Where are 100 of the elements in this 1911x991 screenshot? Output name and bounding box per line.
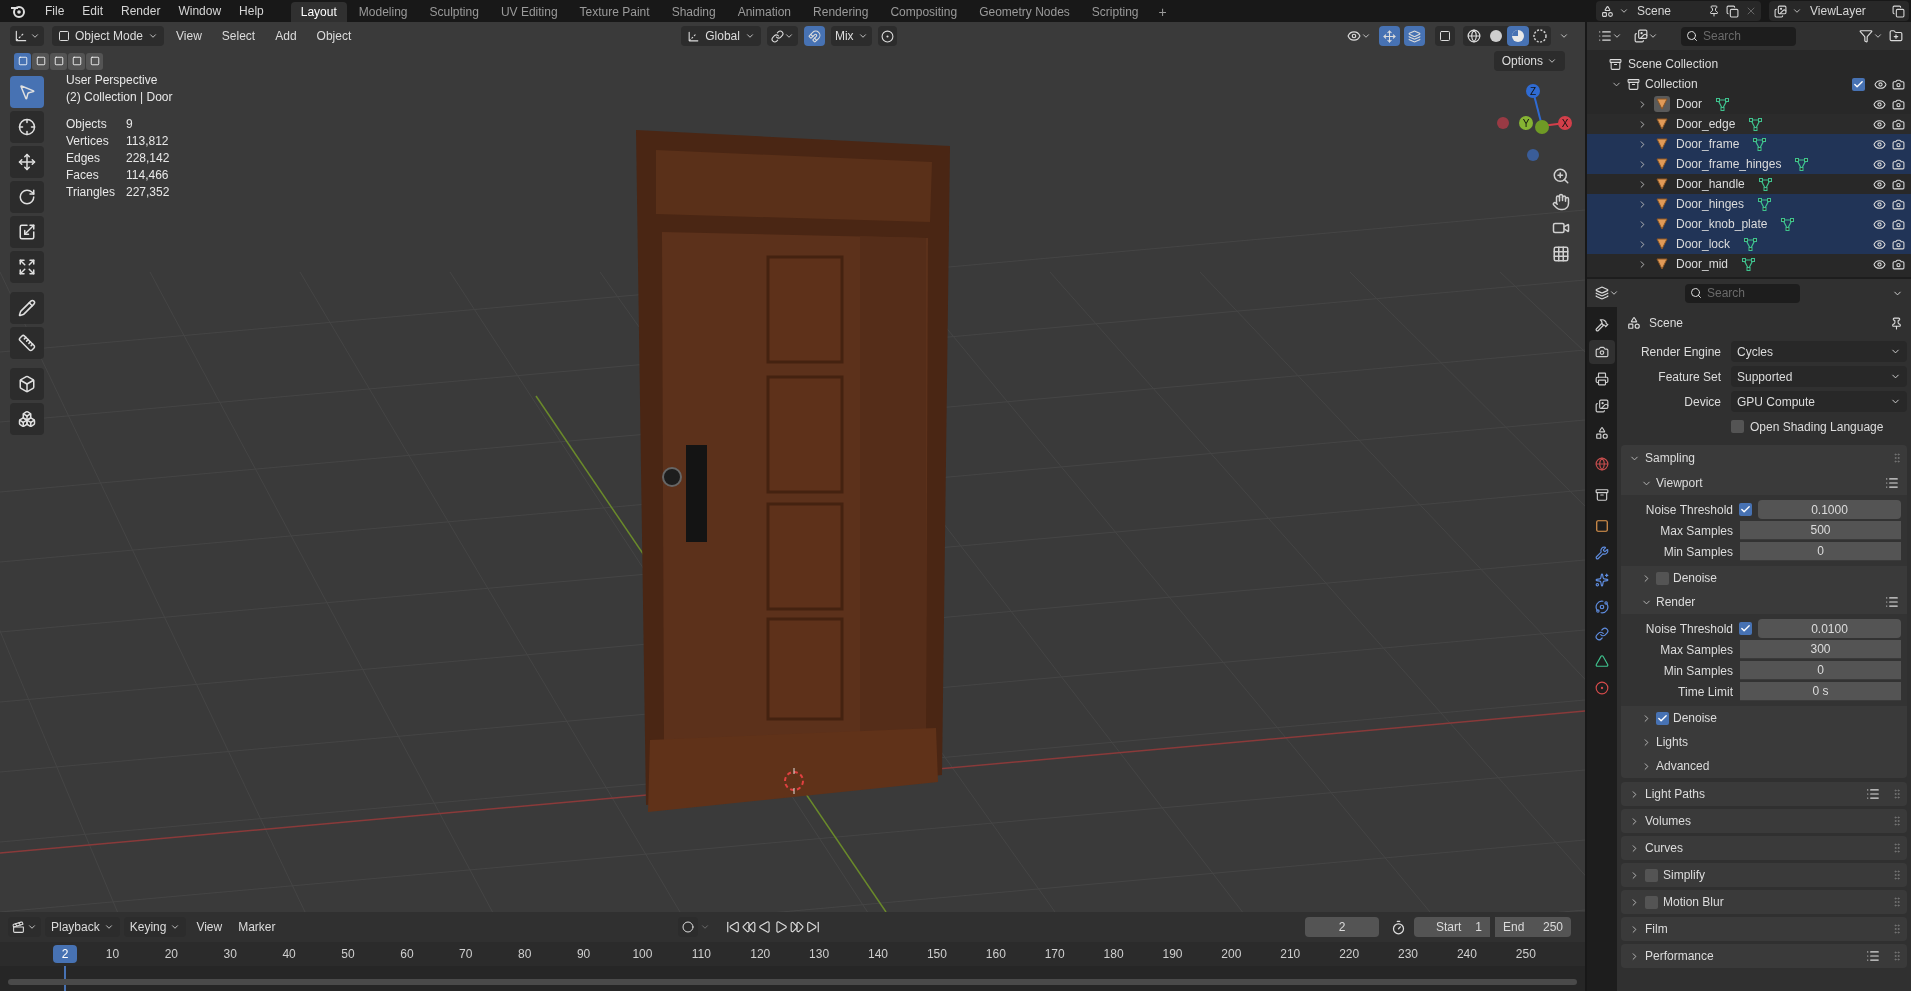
playhead-marker[interactable]: 2 (53, 945, 77, 963)
camera-icon[interactable] (1892, 137, 1905, 151)
menu-item[interactable]: Add (267, 26, 305, 46)
checkbox[interactable] (1731, 420, 1744, 433)
presets-icon[interactable] (1885, 476, 1899, 490)
checkbox[interactable] (1739, 622, 1752, 635)
panel-header[interactable]: Volumes (1621, 809, 1907, 833)
tree-item[interactable]: Collection (1645, 75, 1698, 93)
menu-item[interactable]: Select (213, 26, 264, 46)
pin-icon[interactable] (1890, 316, 1903, 330)
tool-button[interactable] (10, 403, 44, 435)
new-collection-icon[interactable] (1889, 29, 1903, 43)
eye-icon[interactable] (1873, 177, 1886, 191)
logo-icon[interactable] (10, 3, 26, 19)
jump-start-icon[interactable] (725, 920, 740, 934)
eye-icon[interactable] (1873, 117, 1886, 131)
subpanel-header[interactable]: Viewport (1621, 471, 1907, 495)
timer-icon[interactable] (1391, 919, 1406, 935)
panel-header[interactable]: Light Paths (1621, 782, 1907, 806)
select-mode-button[interactable] (86, 52, 103, 70)
tool-button[interactable] (10, 327, 44, 359)
number-field[interactable]: 0 (1740, 542, 1901, 561)
workspace-tab[interactable]: Scripting (1081, 2, 1149, 22)
eye-icon[interactable] (1873, 217, 1886, 231)
number-field[interactable]: 0 (1740, 661, 1901, 680)
subpanel-header[interactable]: Denoise (1621, 706, 1907, 730)
checkbox[interactable] (1739, 503, 1752, 516)
record-button[interactable] (677, 917, 698, 937)
subpanel-header[interactable]: Advanced (1621, 754, 1907, 778)
play-icon[interactable] (773, 920, 788, 934)
shading-button[interactable] (1507, 26, 1529, 46)
previous-keyframe-icon[interactable] (741, 920, 756, 934)
current-frame-field[interactable]: 2 (1305, 917, 1379, 937)
end-frame-field[interactable]: End 250 (1495, 917, 1571, 937)
workspace-tab[interactable]: Modeling (348, 2, 418, 22)
panel-header[interactable]: Motion Blur (1621, 890, 1907, 914)
pin-icon[interactable] (1708, 5, 1720, 17)
pivot-button[interactable] (766, 26, 798, 46)
number-field[interactable]: 0.1000 (1758, 500, 1901, 519)
filter-button[interactable] (1859, 29, 1883, 43)
camera-icon[interactable] (1892, 157, 1905, 171)
tool-button[interactable] (10, 368, 44, 400)
presets-icon[interactable] (1866, 949, 1880, 963)
copy-icon[interactable] (1726, 4, 1739, 18)
hand-icon[interactable] (1552, 193, 1570, 211)
subpanel-header[interactable]: Lights (1621, 730, 1907, 754)
outliner-row[interactable]: Door_frame (1587, 134, 1911, 154)
presets-icon[interactable] (1866, 787, 1880, 801)
outliner-row[interactable]: Door_frame_hinges (1587, 154, 1911, 174)
select-mode-button[interactable] (50, 52, 67, 70)
eye-icon[interactable] (1873, 237, 1886, 251)
axis-handle[interactable] (1527, 149, 1539, 161)
close-icon[interactable] (1745, 5, 1757, 17)
next-keyframe-icon[interactable] (789, 920, 804, 934)
camera-icon[interactable] (1892, 237, 1905, 251)
menu-dropdown[interactable]: Playback (45, 917, 120, 937)
editor-type-button[interactable] (8, 917, 41, 937)
camera-icon[interactable] (1892, 177, 1905, 191)
workspace-tab[interactable]: Sculpting (419, 2, 489, 22)
number-field[interactable]: 500 (1740, 521, 1901, 540)
workspace-tab[interactable]: Rendering (803, 2, 879, 22)
orientation-dropdown[interactable]: Global (681, 26, 761, 46)
workspace-tab[interactable]: UV Editing (490, 2, 568, 22)
eye-icon[interactable] (1873, 197, 1886, 211)
menu-item[interactable]: Marker (232, 917, 282, 937)
menu-item[interactable]: View (168, 26, 210, 46)
subpanel-header[interactable]: Denoise (1621, 566, 1907, 590)
dropdown[interactable]: Supported (1731, 366, 1907, 387)
editor-type-button[interactable] (1595, 286, 1619, 300)
proportional-dropdown[interactable]: Mix (830, 26, 872, 46)
select-mode-button[interactable] (14, 52, 31, 70)
checkbox[interactable] (1645, 868, 1658, 882)
mode-dropdown[interactable]: Object Mode (52, 26, 165, 46)
camera-icon[interactable] (1892, 217, 1905, 231)
panel-header[interactable]: Simplify (1621, 863, 1907, 887)
tool-button[interactable] (10, 251, 44, 283)
select-mode-button[interactable] (68, 52, 85, 70)
dropdown[interactable]: Cycles (1731, 341, 1907, 362)
workspace-tab[interactable]: Layout (290, 2, 347, 22)
menu-item[interactable]: Object (308, 26, 360, 46)
outliner-row[interactable]: Door_lock (1587, 234, 1911, 254)
grip-icon[interactable] (1891, 869, 1903, 881)
outliner-row[interactable]: Door_knob_plate (1587, 214, 1911, 234)
xray-button[interactable] (1435, 26, 1455, 46)
tool-button[interactable] (10, 111, 44, 143)
dropdown[interactable]: GPU Compute (1731, 391, 1907, 412)
checkbox[interactable] (1656, 571, 1669, 585)
start-frame-field[interactable]: Start 1 (1414, 917, 1490, 937)
editor-type-button[interactable] (10, 26, 44, 46)
grip-icon[interactable] (1891, 896, 1903, 908)
camera-icon[interactable] (1892, 257, 1905, 271)
camera-icon[interactable] (1892, 197, 1905, 211)
number-field[interactable]: 300 (1740, 640, 1901, 659)
tree-item[interactable]: Scene Collection (1628, 55, 1719, 73)
caret-icon[interactable] (1559, 31, 1569, 41)
menu-item[interactable]: Window (169, 0, 231, 22)
menu-dropdown[interactable]: Keying (123, 917, 187, 937)
grip-icon[interactable] (1891, 950, 1903, 962)
axis-handle[interactable] (1497, 117, 1509, 129)
workspace-tab[interactable]: Texture Paint (569, 2, 660, 22)
